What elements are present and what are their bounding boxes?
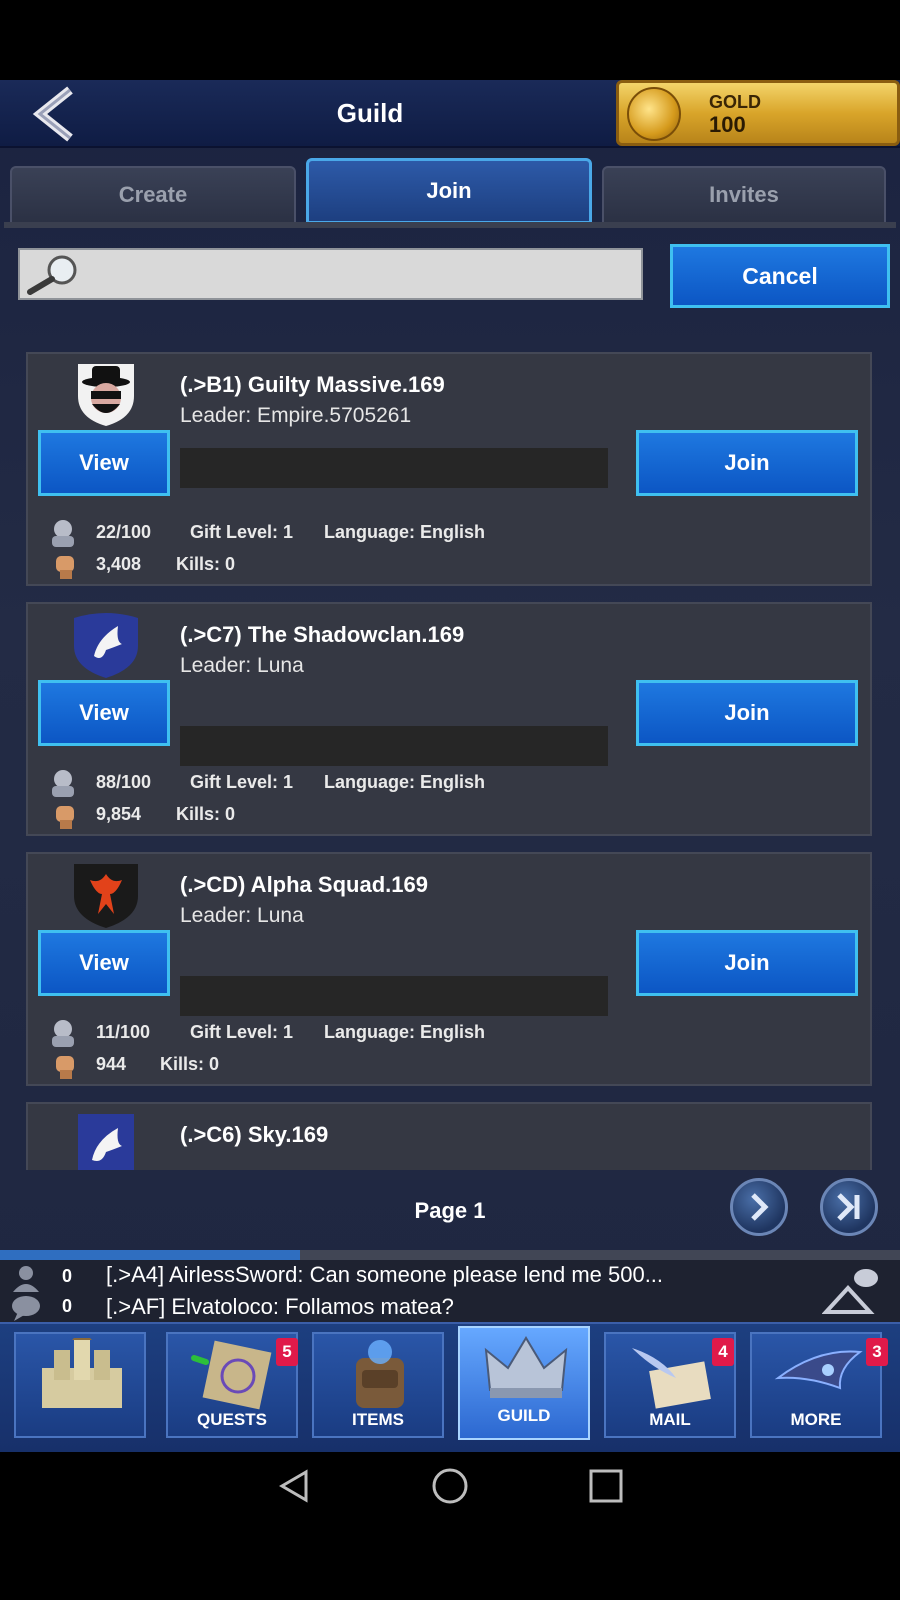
guild-language: Language: English <box>324 1022 486 1042</box>
guild-members: 88/100 <box>96 772 152 792</box>
nav-more[interactable]: 3 MORE <box>750 1332 888 1438</box>
envelope-icon <box>632 1348 711 1409</box>
guild-card: (.>CD) Alpha Squad.169 Leader: Luna View… <box>26 852 872 1086</box>
guild-card: (.>B1) Guilty Massive.169 Leader: Empire… <box>26 352 872 586</box>
nav-items[interactable]: ITEMS <box>312 1332 444 1438</box>
next-page-button[interactable] <box>730 1178 788 1236</box>
quests-badge: 5 <box>276 1338 298 1366</box>
tab-create[interactable]: Create <box>10 166 296 224</box>
nav-label: MAIL <box>649 1410 691 1429</box>
tab-join[interactable]: Join <box>306 158 592 224</box>
guild-kills: Kills: 0 <box>176 554 236 574</box>
fist-icon <box>56 806 74 829</box>
fist-icon <box>56 1056 74 1079</box>
chevron-right-icon <box>751 1193 769 1221</box>
more-icon <box>774 1350 863 1390</box>
home-circle-icon[interactable] <box>432 1468 468 1504</box>
guild-kills: Kills: 0 <box>176 804 236 824</box>
header-bar: Guild GOLD 100 <box>0 80 900 148</box>
chat-player-count: 0 <box>62 1266 73 1286</box>
search-input[interactable] <box>18 248 643 300</box>
skip-last-icon <box>837 1193 860 1221</box>
guild-members: 11/100 <box>96 1022 151 1042</box>
guild-kills: Kills: 0 <box>160 1054 220 1074</box>
fist-icon <box>56 556 74 579</box>
join-guild-button[interactable]: Join <box>636 680 858 746</box>
nav-mail[interactable]: 4 MAIL <box>604 1332 736 1438</box>
cancel-button[interactable]: Cancel <box>670 244 890 308</box>
guild-members: 22/100 <box>96 522 152 542</box>
join-guild-button[interactable]: Join <box>636 430 858 496</box>
recents-square-icon[interactable] <box>588 1468 624 1504</box>
guild-name: (.>C6) Sky.169 <box>180 1122 329 1147</box>
guild-leader: Leader: Luna <box>180 904 304 927</box>
gold-balance[interactable]: GOLD 100 <box>616 80 900 146</box>
nav-guild[interactable]: GUILD <box>458 1326 590 1440</box>
guild-power: 3,408 <box>96 554 142 574</box>
view-guild-button[interactable]: View <box>38 680 170 746</box>
more-badge: 3 <box>866 1338 888 1366</box>
expand-chat-icon[interactable] <box>822 1266 882 1316</box>
tab-bar: Create Join Invites <box>8 158 892 228</box>
view-guild-button[interactable]: View <box>38 430 170 496</box>
guild-description <box>180 448 608 488</box>
crown-icon <box>484 1336 568 1398</box>
last-page-button[interactable] <box>820 1178 878 1236</box>
chat-tab-indicator <box>0 1250 300 1260</box>
masked-bandit-icon <box>78 364 134 426</box>
dove-banner-icon <box>78 1114 134 1170</box>
guild-screen: Guild GOLD 100 Create Join Invites Cance… <box>0 80 900 1452</box>
guild-language: Language: English <box>324 772 486 792</box>
nav-quests[interactable]: 5 QUESTS <box>166 1332 298 1438</box>
chat-message-count: 0 <box>62 1296 73 1316</box>
chat-message: [.>AF] Elvatoloco: Follamos matea? <box>106 1294 454 1319</box>
guild-card: (.>C7) The Shadowclan.169 Leader: Luna V… <box>26 602 872 836</box>
guild-name: (.>CD) Alpha Squad.169 <box>180 872 428 897</box>
nav-label: GUILD <box>497 1406 551 1425</box>
chat-panel[interactable]: 0 [.>A4] AirlessSword: Can someone pleas… <box>0 1260 900 1322</box>
members-icon <box>52 770 74 797</box>
members-icon <box>52 1020 74 1047</box>
guild-gift-level: Gift Level: 1 <box>190 1022 294 1042</box>
guild-name: (.>B1) Guilty Massive.169 <box>180 372 445 397</box>
guild-gift-level: Gift Level: 1 <box>190 522 294 542</box>
nav-label: ITEMS <box>352 1410 404 1429</box>
backpack-icon <box>356 1340 404 1408</box>
chat-bubble-icon <box>12 1296 40 1321</box>
nav-label: MORE <box>790 1410 842 1429</box>
guild-gift-level: Gift Level: 1 <box>190 772 294 792</box>
guild-language: Language: English <box>324 522 486 542</box>
guild-card: (.>C6) Sky.169 <box>26 1102 872 1170</box>
gold-value: 100 <box>709 112 746 137</box>
magnifier-icon <box>27 255 77 295</box>
system-nav-bar <box>0 1452 900 1520</box>
scroll-icon <box>191 1340 272 1410</box>
gold-coin-icon <box>627 87 681 141</box>
dove-shield-icon <box>74 613 138 678</box>
castle-icon <box>42 1338 122 1408</box>
guild-leader: Leader: Empire.5705261 <box>180 404 412 427</box>
tab-divider <box>4 222 896 228</box>
mail-badge: 4 <box>712 1338 734 1366</box>
view-guild-button[interactable]: View <box>38 930 170 996</box>
nav-castle[interactable] <box>14 1332 146 1438</box>
tab-invites[interactable]: Invites <box>602 166 886 224</box>
members-icon <box>52 520 74 547</box>
bottom-nav: 5 QUESTS ITEMS GUILD 4 MAIL 3 MORE <box>0 1322 900 1452</box>
guild-name: (.>C7) The Shadowclan.169 <box>180 622 465 647</box>
guild-power: 9,854 <box>96 804 142 824</box>
guild-list[interactable]: (.>B1) Guilty Massive.169 Leader: Empire… <box>26 352 874 1170</box>
guild-description <box>180 976 608 1016</box>
phoenix-shield-icon <box>74 864 138 928</box>
guild-power: 944 <box>96 1054 127 1074</box>
player-icon <box>13 1266 39 1292</box>
chat-message: [.>A4] AirlessSword: Can someone please … <box>106 1262 664 1287</box>
guild-description <box>180 726 608 766</box>
gold-label: GOLD <box>709 92 761 112</box>
nav-label: QUESTS <box>197 1410 267 1429</box>
back-triangle-icon[interactable] <box>276 1468 312 1504</box>
join-guild-button[interactable]: Join <box>636 930 858 996</box>
guild-leader: Leader: Luna <box>180 654 304 677</box>
